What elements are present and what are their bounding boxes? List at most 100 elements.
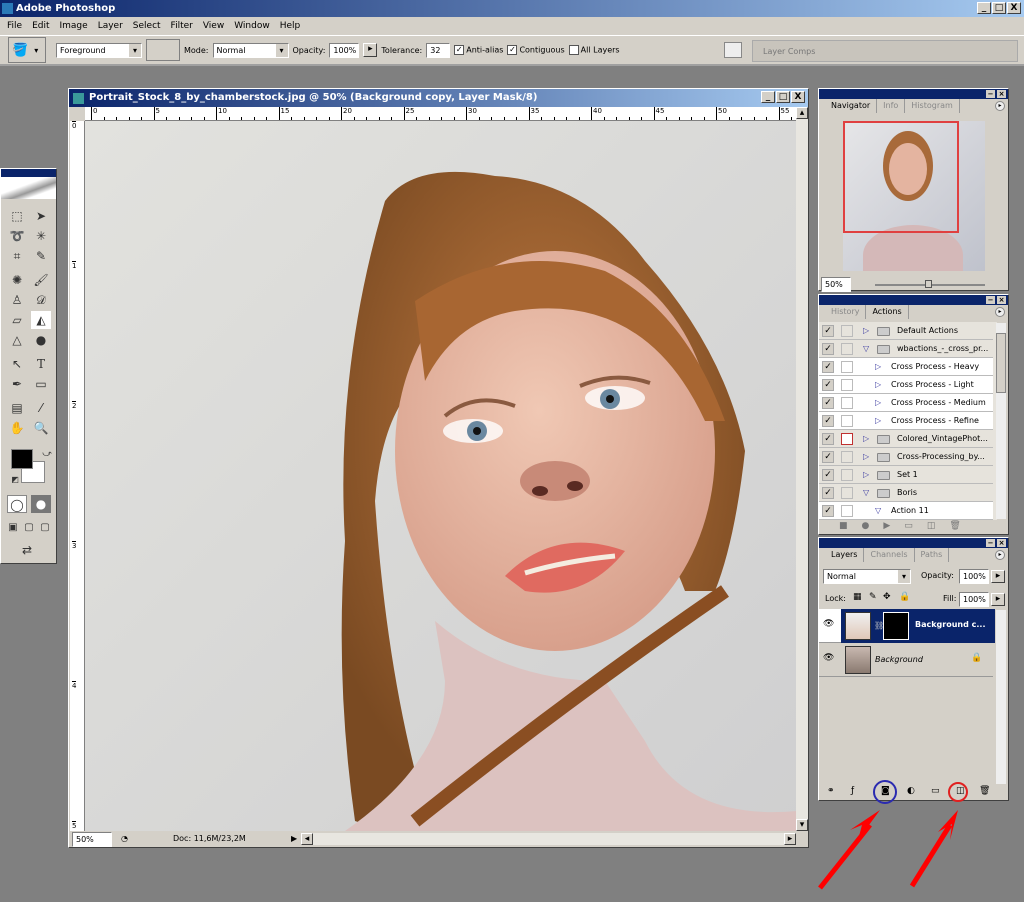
scroll-right-button[interactable]: ▸ [784, 833, 796, 845]
tab-history[interactable]: History [825, 305, 867, 319]
zoom-tool-icon[interactable]: 🔍 [31, 419, 51, 437]
action-row[interactable]: ✓ ▽ Action 11 [819, 502, 993, 520]
marquee-tool-icon[interactable]: ⬚ [7, 207, 27, 225]
navigator-zoom-slider[interactable] [875, 280, 985, 288]
dialog-toggle[interactable] [841, 361, 853, 373]
mode-select[interactable]: Normal [212, 42, 289, 58]
clone-stamp-icon[interactable]: ♙ [7, 291, 27, 309]
dialog-toggle[interactable] [841, 415, 853, 427]
horizontal-ruler[interactable]: 0 5 10 15 20 25 30 35 40 45 50 55 [85, 107, 797, 121]
new-action-icon[interactable]: ◫ [927, 521, 936, 531]
minimize-button[interactable]: _ [977, 2, 991, 14]
move-tool-icon[interactable]: ➤ [31, 207, 51, 225]
brush-tool-icon[interactable]: 🖌 [31, 271, 51, 289]
dialog-toggle[interactable] [841, 487, 853, 499]
action-row[interactable]: ✓ ▽ wbactions_-_cross_pr... [819, 340, 993, 358]
collapsed-triangle-icon[interactable]: ▷ [875, 412, 881, 430]
doc-maximize-button[interactable]: □ [776, 91, 790, 103]
toggle-checkbox[interactable]: ✓ [822, 397, 834, 409]
file-browser-icon[interactable] [724, 42, 742, 58]
action-row[interactable]: ✓ ▷ Cross Process - Refine [819, 412, 993, 430]
dialog-toggle[interactable] [841, 433, 853, 445]
collapsed-triangle-icon[interactable]: ▷ [863, 430, 869, 448]
scroll-left-button[interactable]: ◂ [301, 833, 313, 845]
layer-mask-thumbnail[interactable] [883, 612, 909, 640]
toggle-checkbox[interactable]: ✓ [822, 469, 834, 481]
panel-minimize-button[interactable]: − [986, 539, 995, 547]
menu-edit[interactable]: Edit [27, 17, 54, 35]
lasso-tool-icon[interactable]: ➰ [7, 227, 27, 245]
dialog-toggle[interactable] [841, 379, 853, 391]
action-row[interactable]: ✓ ▷ Cross Process - Heavy [819, 358, 993, 376]
panel-minimize-button[interactable]: − [986, 296, 995, 304]
expanded-triangle-icon[interactable]: ▽ [863, 340, 869, 358]
stop-icon[interactable]: ■ [839, 521, 848, 531]
panel-menu-icon[interactable]: ▸ [995, 101, 1005, 111]
pen-tool-icon[interactable]: ✒ [7, 375, 27, 393]
dialog-toggle[interactable] [841, 469, 853, 481]
layer-row-background[interactable]: 👁 Background 🔒 [819, 643, 993, 677]
panel-close-button[interactable]: × [997, 296, 1006, 304]
dialog-toggle[interactable] [841, 397, 853, 409]
action-row[interactable]: ✓ ▷ Set 1 [819, 466, 993, 484]
dialog-toggle[interactable] [841, 343, 853, 355]
action-row[interactable]: ✓ ▽ Boris [819, 484, 993, 502]
toggle-checkbox[interactable]: ✓ [822, 361, 834, 373]
panel-minimize-button[interactable]: − [986, 90, 995, 98]
opacity-slider-button[interactable]: ▸ [363, 43, 378, 57]
tab-paths[interactable]: Paths [915, 548, 950, 562]
blur-tool-icon[interactable]: △ [7, 331, 27, 349]
record-icon[interactable]: ● [862, 521, 870, 531]
panel-header[interactable]: − × [819, 89, 1008, 99]
dialog-toggle[interactable] [841, 325, 853, 337]
slider-thumb[interactable] [925, 280, 932, 288]
full-screen-icon[interactable]: ▢ [37, 519, 53, 537]
panel-close-button[interactable]: × [997, 90, 1006, 98]
close-button[interactable]: X [1007, 2, 1021, 14]
vertical-scrollbar[interactable]: ▴ ▾ [796, 107, 808, 831]
slice-tool-icon[interactable]: ✎ [31, 247, 51, 265]
panel-header[interactable]: − × [819, 295, 1008, 305]
layer-name[interactable]: Background c... [915, 620, 986, 629]
visibility-eye-icon[interactable]: 👁 [823, 619, 834, 629]
notes-tool-icon[interactable]: ▤ [7, 399, 27, 417]
collapsed-triangle-icon[interactable]: ▷ [875, 376, 881, 394]
tab-histogram[interactable]: Histogram [905, 99, 960, 113]
standard-screen-icon[interactable]: ▣ [5, 519, 21, 537]
fill-slider-button[interactable]: ▸ [991, 593, 1005, 606]
action-row[interactable]: ✓ ▷ Cross-Processing_by... [819, 448, 993, 466]
full-screen-menu-icon[interactable]: ▢ [21, 519, 37, 537]
panel-header[interactable]: − × [819, 538, 1008, 548]
layer-opacity-input[interactable]: 100% [959, 569, 989, 584]
toggle-checkbox[interactable]: ✓ [822, 343, 834, 355]
quick-mask-icon[interactable]: ● [31, 495, 51, 513]
menu-image[interactable]: Image [55, 17, 93, 35]
eyedropper-icon[interactable]: ⁄ [31, 399, 51, 417]
standard-mode-icon[interactable]: ◯ [7, 495, 27, 513]
collapsed-triangle-icon[interactable]: ▷ [863, 448, 869, 466]
rectangle-tool-icon[interactable]: ▭ [31, 375, 51, 393]
layer-row-background-copy[interactable]: 👁 ⛓ Background c... [819, 609, 995, 643]
toggle-checkbox[interactable]: ✓ [822, 451, 834, 463]
doc-minimize-button[interactable]: _ [761, 91, 775, 103]
pattern-picker[interactable] [146, 39, 180, 61]
panel-menu-icon[interactable]: ▸ [995, 550, 1005, 560]
lock-all-icon[interactable]: 🔒 [899, 592, 910, 602]
foreground-color-swatch[interactable] [11, 449, 33, 469]
actions-scrollbar[interactable] [996, 323, 1006, 519]
status-preview-icon[interactable]: ◔ [121, 831, 128, 847]
toggle-checkbox[interactable]: ✓ [822, 415, 834, 427]
path-selection-icon[interactable]: ↖ [7, 355, 27, 373]
collapsed-triangle-icon[interactable]: ▷ [875, 394, 881, 412]
collapsed-triangle-icon[interactable]: ▷ [863, 466, 869, 484]
lock-transparency-icon[interactable]: ▦ [853, 592, 862, 602]
navigator-thumbnail[interactable] [843, 121, 985, 271]
contiguous-checkbox[interactable]: ✓ Contiguous [507, 45, 565, 55]
tab-layers[interactable]: Layers [825, 548, 865, 562]
layer-comps-tab[interactable]: Layer Comps [763, 47, 815, 56]
toggle-checkbox[interactable]: ✓ [822, 433, 834, 445]
status-menu-arrow[interactable]: ▶ [291, 831, 297, 847]
tab-actions[interactable]: Actions [866, 305, 909, 319]
dodge-tool-icon[interactable]: ● [31, 331, 51, 349]
menu-layer[interactable]: Layer [93, 17, 128, 35]
